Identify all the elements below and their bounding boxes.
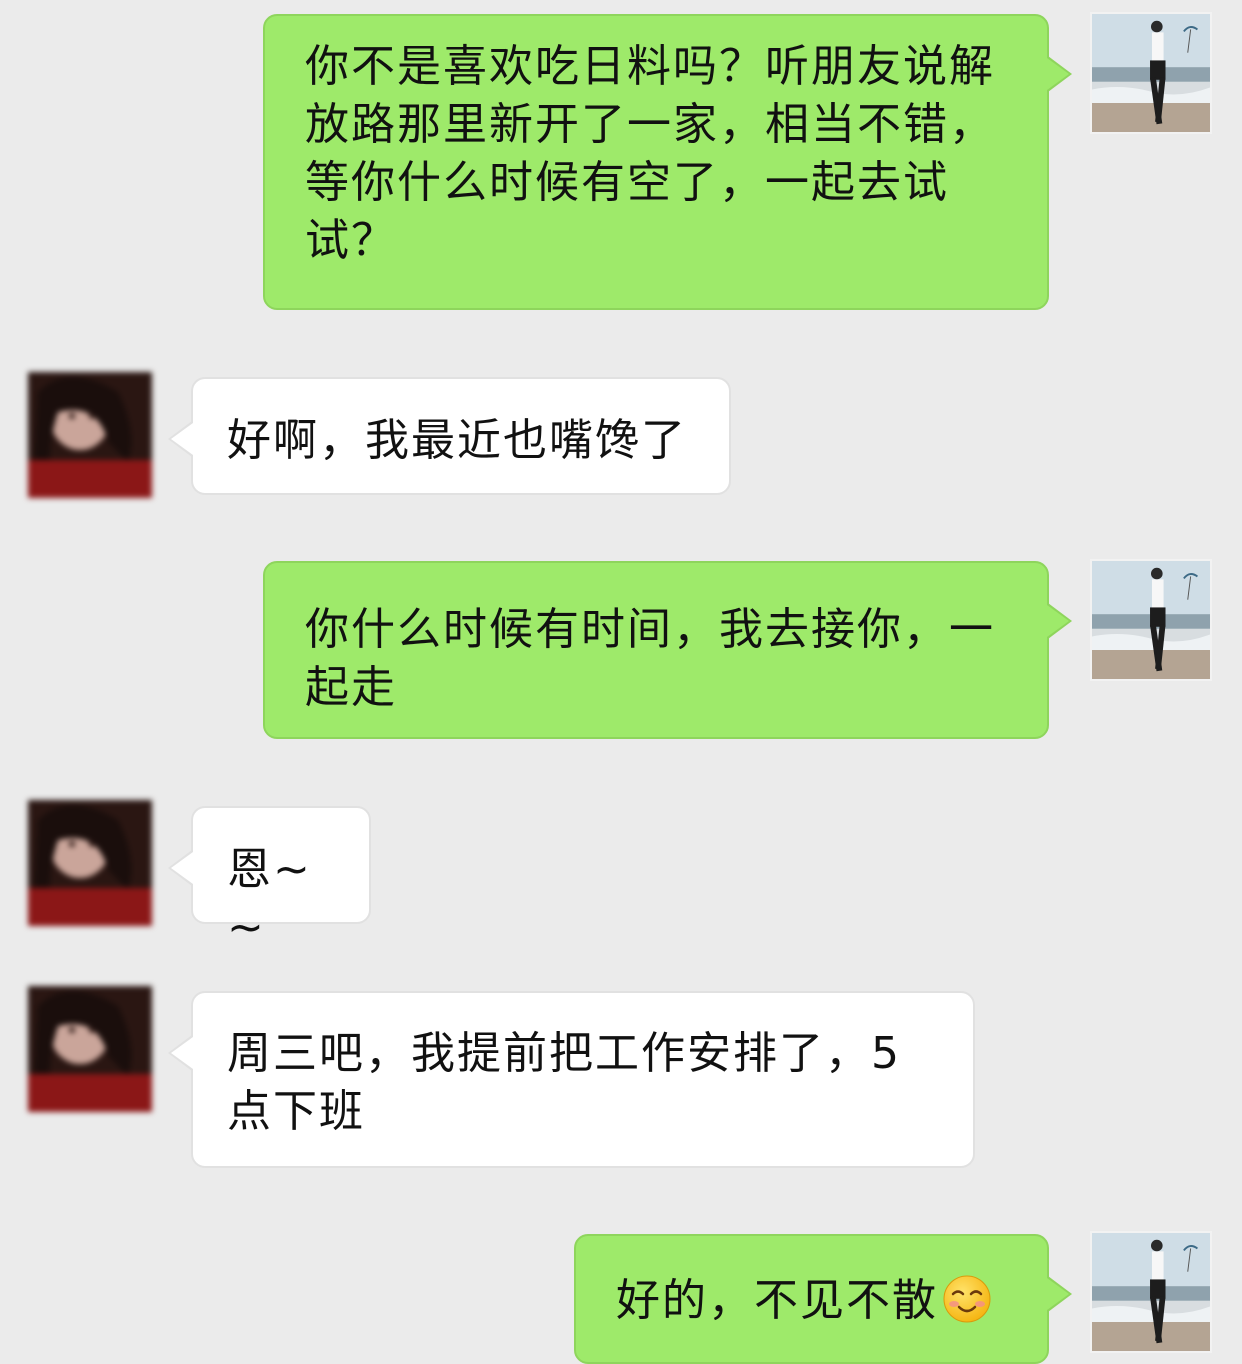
self-avatar[interactable] <box>1090 559 1212 681</box>
self-avatar[interactable] <box>1090 1231 1212 1353</box>
contact-avatar[interactable] <box>28 986 152 1112</box>
message-text: 好的，不见不散 <box>616 1275 938 1326</box>
self-avatar[interactable] <box>1090 12 1212 134</box>
contact-avatar-photo-icon <box>28 800 152 926</box>
self-avatar-photo-icon <box>1092 1233 1210 1351</box>
contact-avatar-photo-icon <box>28 986 152 1112</box>
message-text: 你什么时候有时间，我去接你，一起走 <box>305 604 995 713</box>
message-bubble-received[interactable]: 周三吧，我提前把工作安排了，5点下班 <box>168 991 975 1168</box>
blushing-smile-emoji-icon <box>943 1275 991 1323</box>
message-text: 好啊，我最近也嘴馋了 <box>227 415 687 466</box>
contact-avatar-photo-icon <box>28 372 152 498</box>
contact-avatar[interactable] <box>28 372 152 498</box>
message-bubble-sent[interactable]: 你不是喜欢吃日料吗？听朋友说解放路那里新开了一家，相当不错，等你什么时候有空了，… <box>263 14 1072 310</box>
message-bubble-received[interactable]: 恩~ ~ <box>168 806 371 953</box>
self-avatar-photo-icon <box>1092 561 1210 679</box>
chat-conversation: 你不是喜欢吃日料吗？听朋友说解放路那里新开了一家，相当不错，等你什么时候有空了，… <box>0 0 1242 1364</box>
message-bubble-sent[interactable]: 你什么时候有时间，我去接你，一起走 <box>263 561 1072 739</box>
message-text: 你不是喜欢吃日料吗？听朋友说解放路那里新开了一家，相当不错，等你什么时候有空了，… <box>305 41 995 266</box>
message-text: 周三吧，我提前把工作安排了，5点下班 <box>227 1028 901 1137</box>
contact-avatar[interactable] <box>28 800 152 926</box>
message-bubble-received[interactable]: 好啊，我最近也嘴馋了 <box>168 377 731 495</box>
message-bubble-sent[interactable]: 好的，不见不散 <box>574 1234 1072 1364</box>
self-avatar-photo-icon <box>1092 14 1210 132</box>
message-text: 恩~ ~ <box>227 844 328 953</box>
